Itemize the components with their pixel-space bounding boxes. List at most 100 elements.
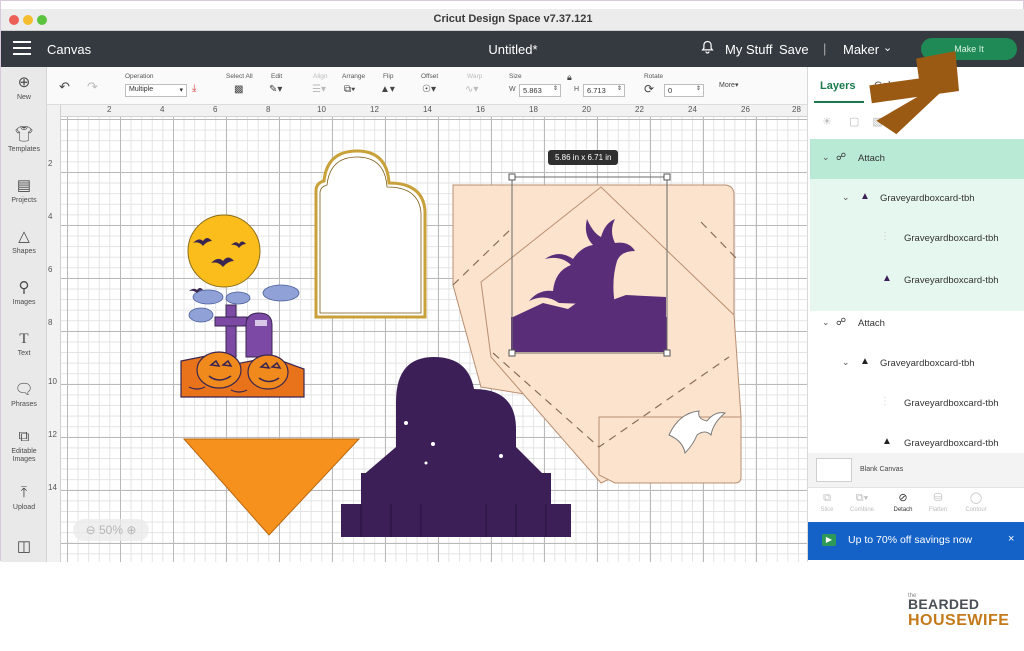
layers-panel: Layers Color ☀ ▢ ▧ ⌄ ☍ Attach ⌄ ▲ Gravey… [807,67,1024,562]
group-icon[interactable]: ▢ [849,116,859,128]
sidebar-item-new[interactable]: ⊕ New [1,75,47,102]
sidebar-item-templates[interactable]: 👕︎ Templates [1,127,47,154]
undo-icon[interactable]: ↶ [59,79,70,95]
promo-text: Up to 70% off savings now [848,534,973,546]
sidebar-item-images[interactable]: ⚲ Images [1,280,47,307]
bell-icon[interactable] [701,40,714,57]
align-icon[interactable]: ☰▾ [312,84,326,95]
height-label: H [574,86,580,93]
slice-button[interactable]: ⧉ Slice [810,492,844,513]
layer-row[interactable]: ▲ Graveyardboxcard-tbh [810,261,1024,301]
linetype-color-icon[interactable]: ⤓ [192,83,196,94]
layer-row[interactable]: ⋮ Graveyardboxcard-tbh [810,219,1024,259]
pumpkin-graveyard-image[interactable] [180,284,305,398]
link-icon: ☍ [836,317,847,328]
chevron-down-icon[interactable]: ⌄ [842,357,850,368]
flatten-button[interactable]: ⛁ Flatten [921,492,955,513]
tombstone-outline-shape[interactable] [314,149,427,319]
warp-icon[interactable]: ∿▾ [465,84,478,95]
ruler-tick: 10 [48,377,57,386]
select-all-icon[interactable]: ▩ [234,84,243,95]
tab-layers[interactable]: Layers [820,80,855,92]
blank-canvas-row[interactable]: Blank Canvas [808,453,1024,487]
tab-underline [814,101,864,103]
link-icon: ☍ [836,152,847,163]
window-title: Cricut Design Space v7.37.121 [433,13,593,25]
flatten-icon: ⛁ [933,492,943,504]
sidebar-item-upload[interactable]: ⤒ Upload [1,485,47,512]
ruler-tick: 10 [317,105,326,114]
blank-canvas-label: Blank Canvas [860,466,904,473]
stepper-icon[interactable]: ⇕ [696,85,701,92]
layer-row[interactable]: ▲ Graveyardboxcard-tbh [810,424,1024,454]
chevron-down-icon[interactable]: ⌄ [822,152,830,163]
moon-bats-image[interactable] [187,214,261,288]
close-icon[interactable]: × [1008,533,1014,545]
lock-icon[interactable]: 🔒︎ [567,72,572,83]
layer-actions: ⧉ Slice ⧉▾ Combine ⊘ Detach ⛁ Flatten ◯ Conto… [808,487,1024,521]
zoom-level: 50% [98,523,124,537]
contour-icon: ◯ [969,492,983,504]
zoom-control[interactable]: ⊖ 50% ⊕ [73,519,149,541]
sidebar-item-shapes[interactable]: △ Shapes [1,229,47,256]
my-stuff-link[interactable]: My Stuff [725,42,772,57]
zoom-out-icon[interactable]: ⊖ [86,523,96,537]
sidebar-item-editable-images[interactable]: ⧉ Editable Images [1,429,47,464]
graveyard-layer-icon: ▲ [882,436,892,447]
chevron-down-icon[interactable]: ⌄ [842,192,850,203]
sidebar-item-phrases[interactable]: 🗨︎ Phrases [1,382,47,409]
ruler-tick: 2 [48,159,53,168]
contour-button[interactable]: ◯ Contour [959,492,993,513]
ruler-tick: 12 [370,105,379,114]
arrange-icon[interactable]: ⧉▾ [344,84,355,95]
slice-icon: ⧉ [823,492,831,504]
height-input[interactable]: 6.713 ⇕ [583,84,625,97]
operation-select[interactable]: Multiple ▾ [125,84,187,97]
detach-button[interactable]: ⊘ Detach [886,492,920,513]
rotate-icon[interactable]: ⟳ [644,82,654,96]
size-tooltip: 5.86 in x 6.71 in [548,150,619,165]
outline-layer-icon: ⋮ [880,231,890,242]
layer-row[interactable]: ⌄ ☍ Attach [810,139,1024,179]
layer-row[interactable]: ⌄ ☍ Attach [810,304,1024,344]
app-window: Cricut Design Space v7.37.121 Canvas Unt… [0,0,1024,562]
rotate-label: Rotate [644,73,664,80]
arrow-annotation-icon [869,51,959,135]
flip-icon[interactable]: ▲▾ [380,84,395,95]
canvas-swatch[interactable] [816,458,852,482]
more-menu[interactable]: More▾ [719,81,738,89]
book-icon: ◫ [16,538,32,555]
sidebar-item-library[interactable]: ◫ [1,539,47,555]
chevron-down-icon[interactable]: ⌄ [822,317,830,328]
sidebar-item-projects[interactable]: ▤ Projects [1,178,47,205]
pencil-icon[interactable]: ✎▾ [269,84,282,95]
lightbulb-icon: ⚲ [18,279,30,296]
edit-label: Edit [271,73,283,80]
width-input[interactable]: 5.863 ⇕ [519,84,561,97]
sidebar-item-text[interactable]: T Text [1,331,47,358]
ruler-tick: 2 [107,105,112,114]
hide-layer-icon[interactable]: ☀ [822,116,832,128]
layer-row[interactable]: ⌄ ▲ Graveyardboxcard-tbh [810,344,1024,384]
rotate-input[interactable]: 0 ⇕ [664,84,704,97]
stepper-icon[interactable]: ⇕ [553,85,558,92]
operation-label: Operation [125,73,154,80]
ruler-tick: 14 [423,105,432,114]
ruler-tick: 28 [792,105,801,114]
stepper-icon[interactable]: ⇕ [617,85,622,92]
ruler-tick: 8 [48,318,53,327]
redo-icon[interactable]: ↷ [87,79,98,95]
header-separator: | [823,41,827,56]
ruler-tick: 4 [160,105,165,114]
hamburger-menu-icon[interactable] [13,41,31,55]
combine-button[interactable]: ⧉▾ Combine [845,492,879,513]
ruler-tick: 18 [529,105,538,114]
offset-icon[interactable]: ☉▾ [422,84,436,95]
layer-row[interactable]: ⌄ ▲ Graveyardboxcard-tbh [810,179,1024,219]
save-button[interactable]: Save [779,42,809,57]
zoom-in-icon[interactable]: ⊕ [126,523,136,537]
promo-banner[interactable]: ▶ Up to 70% off savings now × [808,522,1024,560]
orange-triangle-shape[interactable] [182,438,361,536]
arrange-label: Arrange [342,73,366,80]
layer-row[interactable]: ⋮ Graveyardboxcard-tbh [810,384,1024,424]
